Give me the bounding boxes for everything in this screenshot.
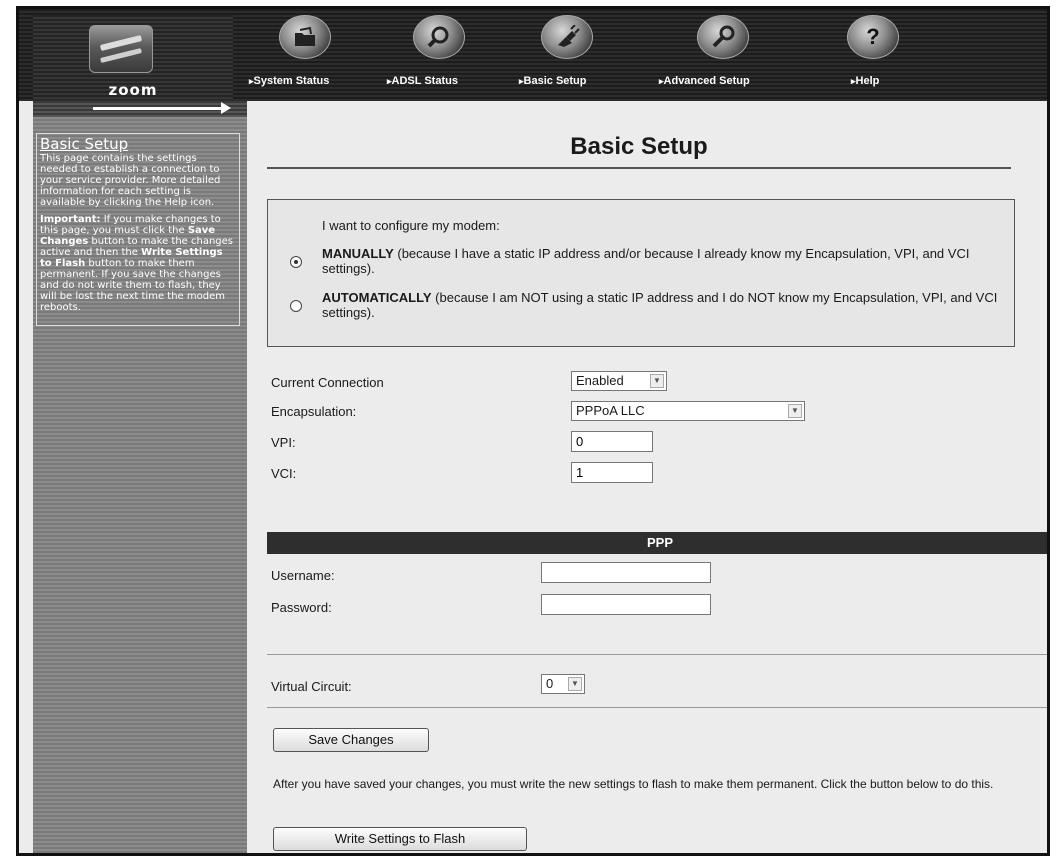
- encapsulation-label: Encapsulation:: [271, 404, 357, 419]
- help-description: This page contains the settings needed t…: [40, 153, 221, 208]
- username-input[interactable]: [541, 562, 711, 583]
- help-title[interactable]: Basic Setup: [40, 136, 236, 153]
- ppp-section-header: PPP: [267, 532, 1047, 554]
- nav-label-system-status[interactable]: System Status: [249, 75, 330, 87]
- section-divider: [267, 654, 1047, 655]
- vci-label: VCI:: [271, 466, 297, 481]
- help-important-label: Important:: [40, 214, 101, 225]
- chevron-down-icon: ▼: [788, 404, 802, 418]
- zoom-logo-icon: [89, 25, 153, 73]
- title-divider: [267, 167, 1011, 169]
- help-important: Important: If you make changes to this p…: [40, 214, 236, 313]
- nav-label-adsl-status[interactable]: ADSL Status: [387, 75, 458, 87]
- manual-option-label: MANUALLY: [322, 246, 394, 261]
- automatic-option-label: AUTOMATICALLY: [322, 290, 432, 305]
- current-connection-label: Current Connection: [271, 375, 384, 390]
- chevron-down-icon: ▼: [650, 374, 664, 388]
- password-label: Password:: [271, 600, 332, 615]
- config-mode-box: I want to configure my modem: MANUALLY (…: [267, 199, 1015, 347]
- main-content: Basic Setup I want to configure my modem…: [247, 101, 1047, 853]
- manual-option-desc: (because I have a static IP address and/…: [322, 246, 970, 276]
- manual-radio[interactable]: [290, 256, 302, 268]
- chevron-down-icon: ▼: [568, 677, 582, 691]
- sidebar: Basic Setup This page contains the setti…: [33, 117, 247, 853]
- progress-strip: [33, 101, 247, 117]
- automatic-radio[interactable]: [290, 300, 302, 312]
- mode-intro: I want to configure my modem:: [322, 218, 500, 233]
- save-changes-button[interactable]: Save Changes: [273, 728, 429, 752]
- logo[interactable]: zoom: [33, 15, 233, 99]
- encapsulation-select[interactable]: PPPoA LLC ▼: [571, 401, 805, 421]
- current-connection-select[interactable]: Enabled ▼: [571, 371, 667, 391]
- virtual-circuit-value: 0: [546, 676, 554, 691]
- virtual-circuit-label: Virtual Circuit:: [271, 679, 352, 694]
- help-panel: Basic Setup This page contains the setti…: [36, 133, 240, 326]
- magnifier-icon[interactable]: [413, 15, 465, 59]
- section-divider: [267, 707, 1047, 708]
- question-icon[interactable]: ?: [847, 15, 899, 59]
- wrench-icon[interactable]: [697, 15, 749, 59]
- vpi-label: VPI:: [271, 435, 296, 450]
- nav-label-advanced-setup[interactable]: Advanced Setup: [659, 75, 750, 87]
- vci-input[interactable]: [571, 462, 653, 483]
- logo-text: zoom: [108, 81, 158, 99]
- top-nav-bar: zoom System Status ADSL Status Basic Set…: [19, 9, 1047, 101]
- encapsulation-value: PPPoA LLC: [576, 403, 645, 418]
- arrow-icon: [93, 102, 231, 114]
- manual-option-text[interactable]: MANUALLY (because I have a static IP add…: [322, 246, 1002, 276]
- username-label: Username:: [271, 568, 335, 583]
- password-input[interactable]: [541, 594, 711, 615]
- virtual-circuit-select[interactable]: 0 ▼: [541, 674, 585, 694]
- current-connection-value: Enabled: [576, 373, 624, 388]
- folder-icon[interactable]: [279, 15, 331, 59]
- plug-icon[interactable]: [541, 15, 593, 59]
- automatic-option-text[interactable]: AUTOMATICALLY (because I am NOT using a …: [322, 290, 1002, 320]
- page-title: Basic Setup: [570, 133, 708, 160]
- vpi-input[interactable]: [571, 431, 653, 452]
- flash-note: After you have saved your changes, you m…: [273, 777, 994, 791]
- nav-label-help[interactable]: Help: [851, 75, 880, 87]
- router-config-window: zoom System Status ADSL Status Basic Set…: [16, 6, 1050, 856]
- write-settings-button[interactable]: Write Settings to Flash: [273, 827, 527, 851]
- nav-label-basic-setup[interactable]: Basic Setup: [519, 75, 587, 87]
